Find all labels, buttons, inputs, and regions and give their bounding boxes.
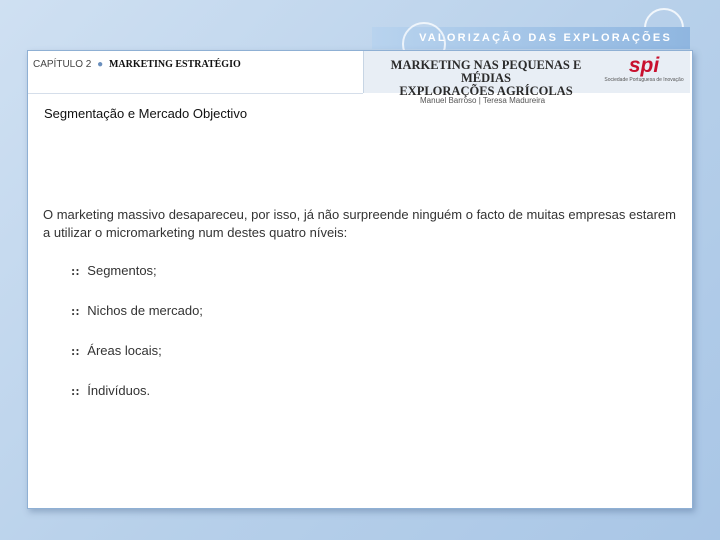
bullet-marker: :: (71, 383, 80, 398)
bullet-list: :: Segmentos; :: Nichos de mercado; :: Á… (71, 263, 203, 423)
spi-logo: spi Sociedade Portuguesa de Inovação (604, 54, 684, 84)
body-paragraph: O marketing massivo desapareceu, por iss… (43, 207, 676, 240)
bullet-marker: :: (71, 263, 80, 278)
slide-title: Segmentação e Mercado Objectivo (44, 106, 248, 121)
authors: Manuel Barroso | Teresa Madureira (420, 96, 546, 105)
list-item-label: Nichos de mercado; (87, 303, 203, 318)
list-item-label: Segmentos; (87, 263, 157, 278)
bullet-marker: :: (71, 343, 80, 358)
section-label: MARKETING ESTRATÉGIO (108, 59, 241, 70)
list-item-label: Áreas locais; (87, 343, 162, 358)
header-divider (28, 93, 363, 94)
chapter-header: CAPÍTULO 2 ● MARKETING ESTRATÉGIO (33, 59, 241, 70)
bullet-marker: :: (71, 303, 80, 318)
separator-dot: ● (97, 59, 104, 70)
list-item: :: Índivíduos. (71, 383, 203, 423)
list-item-label: Índivíduos. (87, 383, 151, 398)
spi-logo-subtitle: Sociedade Portuguesa de Inovação (604, 77, 684, 83)
list-item: :: Nichos de mercado; (71, 303, 203, 343)
spi-logo-mark: spi (628, 54, 660, 77)
book-title: MARKETING NAS PEQUENAS E MÉDIAS EXPLORAÇ… (376, 59, 596, 98)
chapter-label: CAPÍTULO 2 (33, 59, 92, 70)
list-item: :: Áreas locais; (71, 343, 203, 383)
list-item: :: Segmentos; (71, 263, 203, 303)
book-header: MARKETING NAS PEQUENAS E MÉDIAS EXPLORAÇ… (363, 51, 690, 98)
book-title-line1: MARKETING NAS PEQUENAS E MÉDIAS (390, 58, 582, 85)
